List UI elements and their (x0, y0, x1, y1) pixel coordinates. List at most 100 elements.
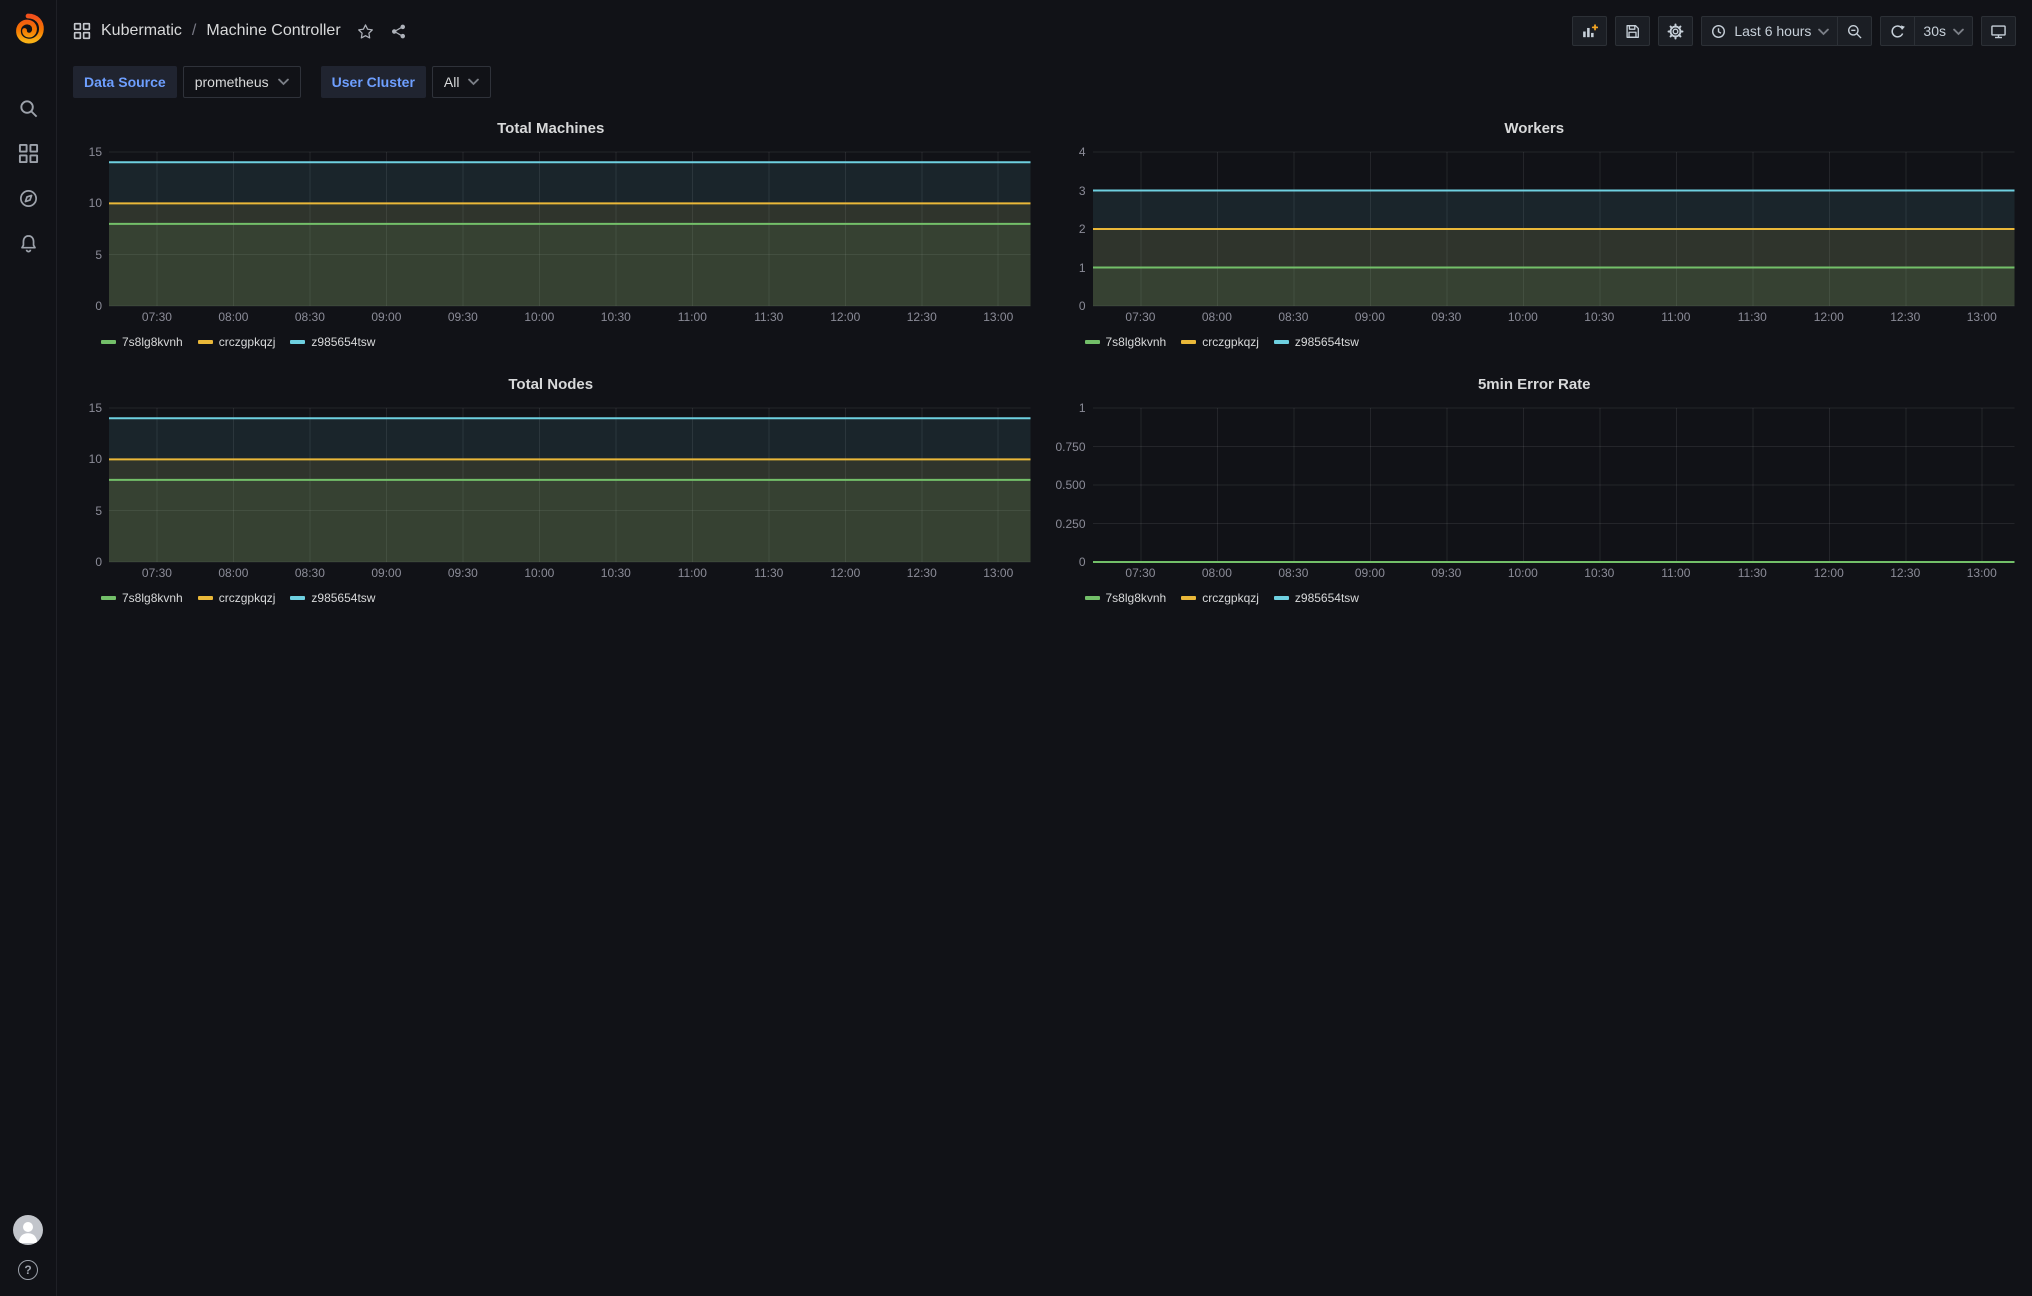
x-axis-tick-label: 12:00 (1813, 566, 1844, 580)
y-axis-tick-label: 0 (1078, 299, 1086, 313)
panel-title[interactable]: Total Nodes (71, 374, 1031, 395)
variable-label: Data Source (73, 66, 177, 98)
x-axis-tick-label: 12:00 (830, 566, 861, 580)
zoom-out-icon (1848, 24, 1862, 39)
y-axis-tick-label: 0 (1078, 555, 1086, 569)
save-dashboard-button[interactable] (1615, 16, 1651, 46)
x-axis: 07:30 08:00 08:30 09:00 09:30 10:00 10:30 11:00… (1093, 306, 2015, 326)
x-axis-tick-label: 10:30 (1584, 566, 1615, 580)
x-axis-tick-label: 08:00 (218, 566, 249, 580)
chevron-down-icon (277, 78, 289, 86)
chart-plot[interactable] (109, 152, 1031, 306)
y-axis: 0 5 10 15 (71, 401, 109, 569)
variable-value: prometheus (194, 74, 269, 90)
variable-group: Data Source prometheus (73, 66, 301, 98)
y-axis: 0 1 2 3 4 (1055, 145, 1093, 313)
legend-series-color (1273, 596, 1289, 600)
legend-series-color (1273, 340, 1289, 344)
legend-series-name: z985654tsw (1294, 335, 1359, 349)
chevron-down-icon (468, 78, 480, 86)
legend-item[interactable]: z985654tsw (1273, 591, 1359, 605)
dashboards-icon[interactable] (18, 143, 39, 164)
y-axis-tick-label: 0 (95, 299, 102, 313)
x-axis-tick-label: 08:30 (1278, 566, 1309, 580)
legend-item[interactable]: 7s8lg8kvnh (101, 591, 183, 605)
chart-plot[interactable] (1093, 408, 2015, 562)
legend-item[interactable]: 7s8lg8kvnh (1084, 335, 1166, 349)
time-range-button[interactable]: Last 6 hours (1701, 16, 1839, 46)
x-axis-tick-label: 07:30 (141, 566, 172, 580)
refresh-button[interactable] (1880, 16, 1916, 46)
share-icon[interactable] (390, 23, 407, 40)
y-axis-tick-label: 3 (1078, 183, 1086, 198)
x-axis-tick-label: 10:30 (600, 310, 631, 324)
dashboard-settings-button[interactable] (1658, 16, 1694, 46)
variable-select[interactable]: All (431, 66, 492, 98)
chevron-down-icon (1818, 23, 1830, 39)
x-axis: 07:30 08:00 08:30 09:00 09:30 10:00 10:30 11:00… (109, 306, 1031, 326)
legend-series-color (1084, 340, 1100, 344)
legend-series-color (101, 340, 116, 344)
x-axis-tick-label: 08:30 (1278, 310, 1309, 324)
zoom-out-button[interactable] (1837, 16, 1873, 46)
legend-item[interactable]: 7s8lg8kvnh (101, 335, 183, 349)
breadcrumb-section[interactable]: Kubermatic (101, 22, 182, 40)
legend-item[interactable]: z985654tsw (290, 591, 375, 605)
panel: Workers 0 1 2 3 4 07:30 08:00 08:30 09:00 09:30 10:… (1049, 112, 2025, 360)
legend-item[interactable]: crczgpkqzj (197, 335, 276, 349)
sidebar: ? (0, 0, 57, 1296)
explore-compass-icon[interactable] (18, 188, 39, 209)
chart-plot[interactable] (1092, 152, 2014, 306)
panel-title[interactable]: Total Machines (71, 118, 1031, 139)
y-axis-tick-label: 0.500 (1055, 478, 1086, 492)
x-axis-tick-label: 08:00 (1201, 566, 1232, 580)
x-axis-tick-label: 10:00 (524, 310, 555, 324)
legend-item[interactable]: z985654tsw (1273, 335, 1359, 349)
y-axis-tick-label: 1 (1078, 401, 1086, 415)
refresh-interval-button[interactable]: 30s (1914, 16, 1973, 46)
panel-title[interactable]: Workers (1055, 118, 2015, 139)
kiosk-mode-button[interactable] (1981, 16, 2016, 46)
time-picker-group: Last 6 hours (1701, 16, 1873, 46)
add-panel-button[interactable] (1572, 16, 1608, 46)
grafana-logo[interactable] (9, 10, 47, 48)
help-icon[interactable]: ? (18, 1260, 38, 1280)
alerting-bell-icon[interactable] (18, 233, 39, 254)
legend-series-name: 7s8lg8kvnh (1105, 591, 1167, 605)
legend-item[interactable]: crczgpkqzj (1181, 335, 1259, 349)
x-axis-tick-label: 12:30 (906, 566, 937, 580)
x-axis-tick-label: 10:30 (600, 566, 631, 580)
x-axis-tick-label: 11:00 (677, 566, 707, 580)
panel-title[interactable]: 5min Error Rate (1055, 374, 2015, 395)
x-axis-tick-label: 09:00 (1354, 310, 1385, 324)
x-axis-tick-label: 11:00 (1661, 310, 1691, 324)
x-axis: 07:30 08:00 08:30 09:00 09:30 10:00 10:30 11:00… (1093, 562, 2015, 582)
legend-series-name: crczgpkqzj (218, 591, 276, 605)
y-axis-tick-label: 0.250 (1055, 516, 1086, 531)
x-axis-tick-label: 07:30 (1125, 566, 1156, 580)
x-axis-tick-label: 08:30 (294, 310, 325, 324)
chart-plot-row: 0 0.250 0.500 0.750 1 (1055, 401, 2015, 569)
chart-plot[interactable] (109, 408, 1031, 562)
breadcrumb-separator: / (191, 22, 197, 39)
y-axis-tick-label: 5 (95, 247, 102, 262)
dashboard-title[interactable]: Machine Controller (206, 22, 340, 40)
legend-item[interactable]: z985654tsw (290, 335, 375, 349)
legend-series-name: z985654tsw (311, 335, 376, 349)
x-axis-tick-label: 10:00 (524, 566, 555, 580)
dashboard-grid: Total Machines 0 5 10 15 07:30 08:00 08:30 09:00… (57, 110, 2032, 1296)
search-icon[interactable] (18, 98, 39, 119)
legend-item[interactable]: crczgpkqzj (197, 591, 276, 605)
legend-series-name: crczgpkqzj (218, 335, 276, 349)
y-axis: 0 5 10 15 (71, 145, 109, 313)
x-axis-tick-label: 12:00 (1813, 310, 1844, 324)
legend-item[interactable]: 7s8lg8kvnh (1084, 591, 1167, 605)
user-avatar[interactable] (13, 1215, 43, 1245)
variable-select[interactable]: prometheus (182, 66, 301, 98)
x-axis-tick-label: 12:30 (1890, 566, 1921, 580)
monitor-icon (1991, 24, 2006, 38)
star-icon[interactable] (357, 23, 374, 40)
breadcrumb: Kubermatic / Machine Controller (73, 22, 407, 40)
legend-series-color (1181, 340, 1197, 344)
legend-item[interactable]: crczgpkqzj (1181, 591, 1259, 605)
